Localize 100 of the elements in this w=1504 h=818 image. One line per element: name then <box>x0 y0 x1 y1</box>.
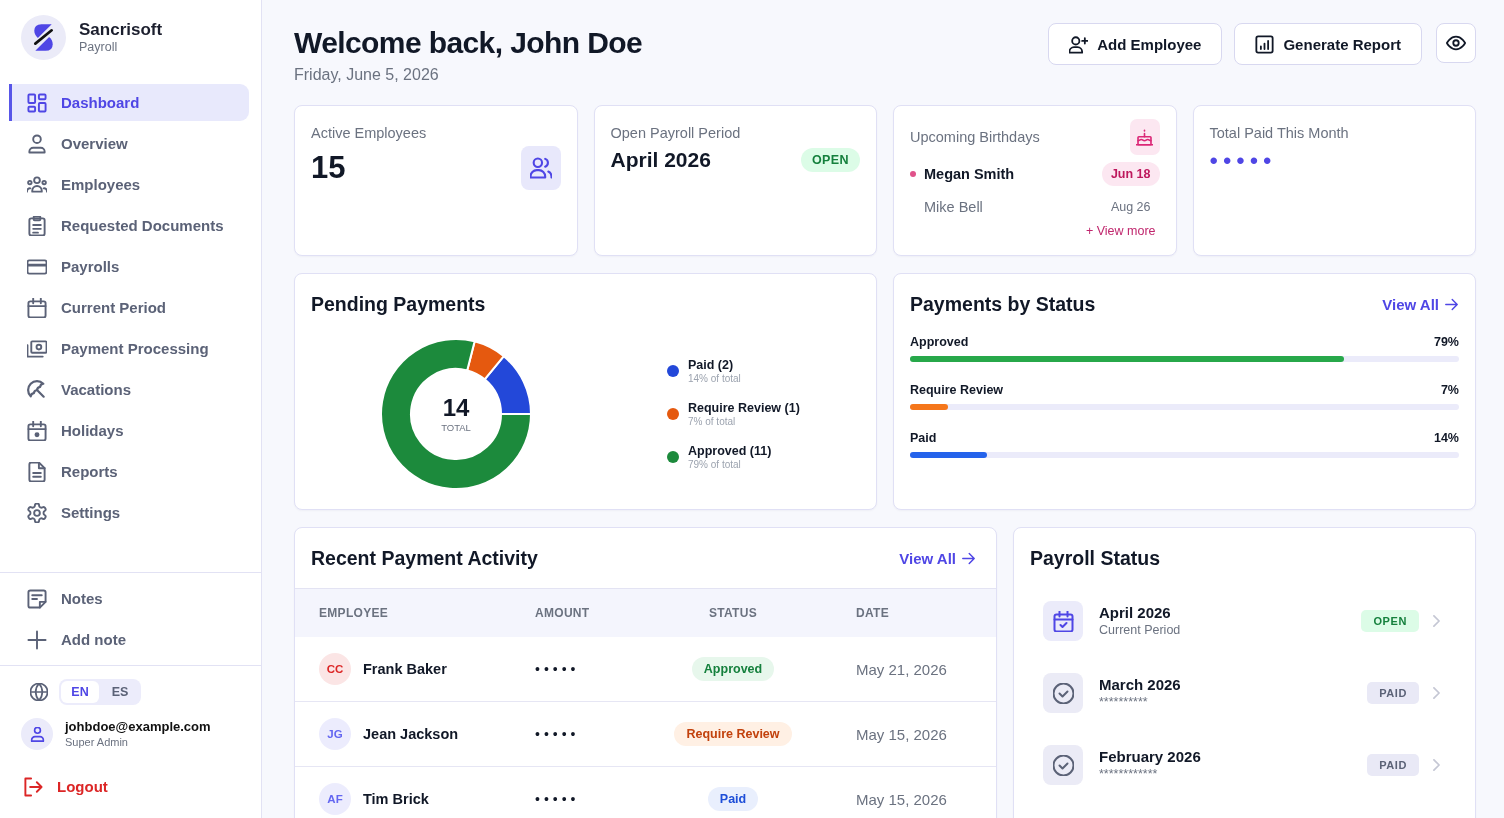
status-badge: OPEN <box>1361 610 1419 632</box>
bar-percent: 14% <box>1433 430 1459 446</box>
calendar-icon <box>27 297 47 318</box>
employee-name: Frank Baker <box>363 661 447 677</box>
card-label: Upcoming Birthdays <box>910 128 1040 146</box>
masked-amount: ••••• <box>535 791 580 807</box>
user-avatar-icon <box>21 718 53 750</box>
logout-icon <box>23 776 43 797</box>
birthday-date: Jun 18 <box>1101 162 1160 186</box>
nav-item[interactable]: Overview <box>9 125 249 162</box>
initials-avatar: CC <box>319 653 351 685</box>
action-button[interactable]: Add Employee <box>1048 23 1223 65</box>
card-title: Recent Payment Activity <box>311 546 538 570</box>
status-badge: Require Review <box>674 722 792 746</box>
language-option[interactable]: ES <box>101 681 139 703</box>
bar-percent: 7% <box>1440 382 1459 398</box>
nav-item[interactable]: Notes <box>9 580 249 617</box>
legend-share: 79% of total <box>688 458 742 471</box>
legend-label: Approved (11) <box>688 443 772 459</box>
document-icon <box>27 461 47 482</box>
user-role: Super Admin <box>65 735 129 749</box>
arrow-right-icon <box>961 550 976 566</box>
status-badge: Approved <box>691 657 775 681</box>
nav-item[interactable]: Requested Documents <box>9 207 249 244</box>
nav-item[interactable]: Reports <box>9 453 249 490</box>
legend-label: Paid (2) <box>688 357 735 373</box>
nav-item[interactable]: Dashboard <box>9 84 249 121</box>
legend-label: Require Review (1) <box>688 400 800 416</box>
chevron-right-icon <box>1433 759 1440 771</box>
dot-icon <box>910 171 916 177</box>
chevron-right-icon <box>1433 687 1440 699</box>
nav-item[interactable]: Holidays <box>9 412 249 449</box>
column-header: AMOUNT <box>535 606 590 620</box>
status-badge: PAID <box>1367 754 1419 776</box>
column-header: EMPLOYEE <box>319 606 389 620</box>
period-title: March 2026 <box>1099 676 1182 694</box>
initials-avatar: JG <box>319 718 351 750</box>
bar-label: Approved <box>910 334 969 350</box>
initials-avatar: AF <box>319 783 351 815</box>
card-title: Payments by Status <box>910 292 1096 316</box>
banknote-icon <box>27 338 47 359</box>
period-title: February 2026 <box>1099 748 1202 766</box>
clipboard-icon <box>27 215 47 236</box>
nav-item[interactable]: Settings <box>9 494 249 531</box>
card-label: Active Employees <box>311 124 428 142</box>
layout-grid-icon <box>27 92 47 113</box>
payment-date: May 15, 2026 <box>856 725 947 743</box>
view-more-link[interactable]: + View more <box>1085 224 1156 238</box>
visibility-toggle-button[interactable] <box>1436 23 1476 63</box>
bar-label: Require Review <box>910 382 1004 398</box>
bar-percent: 79% <box>1433 334 1459 350</box>
arrow-right-icon <box>1444 296 1459 312</box>
stat-value: April 2026 <box>610 147 711 173</box>
language-option[interactable]: EN <box>61 681 99 703</box>
nav-item[interactable]: Payment Processing <box>9 330 249 367</box>
card-label: Total Paid This Month <box>1209 124 1350 142</box>
period-title: April 2026 <box>1099 604 1172 622</box>
nav-item[interactable]: Current Period <box>9 289 249 326</box>
brand-name: Sancrisoft <box>79 20 163 40</box>
people-group-icon <box>27 174 47 195</box>
birthday-date: Aug 26 <box>1109 199 1152 216</box>
column-header: DATE <box>856 606 889 620</box>
plus-icon <box>27 629 47 650</box>
period-subtitle: ************ <box>1099 766 1159 782</box>
employee-name: Tim Brick <box>363 791 429 807</box>
chevron-right-icon <box>1433 615 1440 627</box>
person-icon <box>27 133 47 154</box>
credit-card-icon <box>27 256 47 277</box>
person-name: Megan Smith <box>924 166 1016 182</box>
period-subtitle: Current Period <box>1099 622 1182 638</box>
nav-item[interactable]: Employees <box>9 166 249 203</box>
masked-amount: ••••• <box>535 661 580 677</box>
period-subtitle: ********** <box>1099 694 1149 710</box>
view-all-link[interactable]: View All <box>1382 295 1459 313</box>
bar-label: Paid <box>910 430 937 446</box>
view-all-link[interactable]: View All <box>899 549 976 567</box>
user-email: johbdoe@example.com <box>65 719 211 735</box>
legend-share: 7% of total <box>688 415 737 428</box>
masked-amount: ••••• <box>535 726 580 742</box>
eye-icon <box>1446 35 1466 51</box>
status-badge: OPEN <box>800 148 860 172</box>
logout-button[interactable]: Logout <box>21 774 108 799</box>
action-button[interactable]: Generate Report <box>1234 23 1422 65</box>
status-badge: Paid <box>707 787 759 811</box>
current-date: Friday, June 5, 2026 <box>294 65 440 85</box>
umbrella-icon <box>27 379 47 400</box>
bar-chart-icon <box>1255 34 1275 54</box>
total-label: TOTAL <box>441 422 471 434</box>
nav-item[interactable]: Payrolls <box>9 248 249 285</box>
nav-item[interactable]: Vacations <box>9 371 249 408</box>
cake-icon <box>1129 119 1160 155</box>
globe-icon <box>30 683 48 701</box>
user-plus-icon <box>1069 34 1089 54</box>
column-header: STATUS <box>709 606 757 620</box>
payment-date: May 21, 2026 <box>856 660 947 678</box>
card-label: Open Payroll Period <box>610 124 742 142</box>
legend-share: 14% of total <box>688 372 741 385</box>
status-badge: PAID <box>1367 682 1419 704</box>
nav-item[interactable]: Add note <box>9 621 249 658</box>
stat-value: 15 <box>311 150 346 186</box>
